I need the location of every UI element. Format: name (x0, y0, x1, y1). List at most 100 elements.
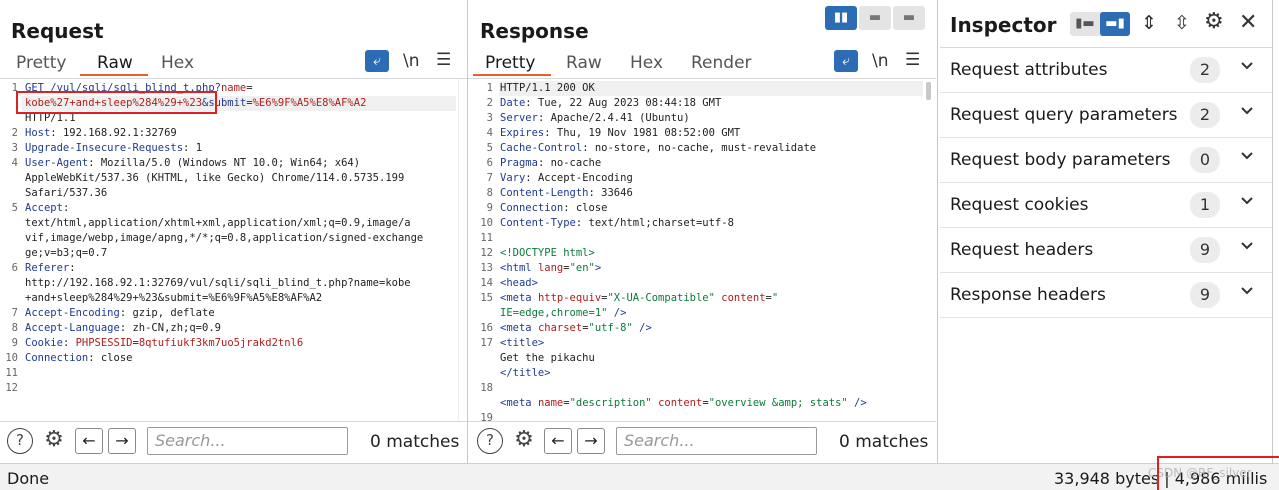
inspector-layout-list-icon[interactable]: ▮▬ (1070, 12, 1100, 36)
response-line: <head> (500, 276, 538, 291)
inspector-empty-area (940, 318, 1272, 463)
request-token: : Mozilla/5.0 (Windows NT 10.0; Win64; x… (88, 157, 361, 169)
request-token: +and+sleep%284%29+%23&submit=%E6%9F%A5%E… (25, 292, 323, 304)
response-line: Content-Length: 33646 (500, 186, 633, 201)
response-token: Connection (500, 202, 564, 214)
response-token: </title> (500, 367, 551, 379)
layout-split-horizontal-icon[interactable]: ▬ (859, 6, 891, 30)
prev-match-button[interactable]: ← (75, 428, 103, 454)
chevron-down-icon[interactable] (1240, 283, 1254, 302)
line-number: 14 (480, 277, 493, 289)
response-newline-toggle[interactable]: \n (872, 51, 889, 71)
response-token: "en" (569, 262, 595, 274)
response-token: : close (563, 202, 608, 214)
response-text-wrap-icon[interactable]: ⤶ (834, 50, 858, 72)
response-token: Content-Type (500, 217, 576, 229)
line-number: 7 (486, 172, 493, 184)
response-token: <head> (500, 277, 538, 289)
request-token: Cookie (25, 337, 63, 349)
layout-split-vertical-icon[interactable]: ▮▮ (825, 6, 857, 30)
status-text: Done (7, 469, 50, 488)
response-token: : no-cache (537, 157, 602, 169)
response-line: <title> (500, 336, 544, 351)
response-token: "utf-8" (588, 322, 633, 334)
request-token: AppleWebKit/537.36 (KHTML, like Gecko) C… (25, 172, 405, 184)
response-token: Date (500, 97, 526, 109)
line-number: 10 (480, 217, 493, 229)
response-token: lang (537, 262, 564, 274)
line-number: 18 (480, 382, 493, 394)
response-token: name (537, 397, 564, 409)
status-bar: Done 33,948 bytes | 4,986 millis CSDN @R… (0, 456, 1279, 490)
response-title: Response (480, 19, 589, 43)
chevron-down-icon[interactable] (1240, 193, 1254, 212)
inspector-settings-gear-icon[interactable]: ⚙ (1204, 9, 1224, 34)
request-line: Connection: close (25, 351, 132, 366)
collapse-all-icon[interactable]: ⇳ (1174, 12, 1190, 34)
line-number: 9 (11, 337, 18, 349)
request-editor[interactable]: 1 GET /vul/sqli/sqli_blind_t.php?name= kob… (0, 81, 458, 419)
line-number: 5 (486, 142, 493, 154)
response-tab-hex[interactable]: Hex (630, 53, 663, 73)
inspector-row[interactable]: Request cookies 1 (940, 183, 1272, 228)
response-token: /> (607, 307, 627, 319)
response-help-icon[interactable]: ? (477, 428, 503, 454)
gear-icon[interactable]: ⚙ (41, 428, 67, 454)
response-token: Server (500, 112, 538, 124)
request-line: ge;v=b3;q=0.7 (25, 246, 107, 261)
response-token: "description" (569, 397, 652, 409)
help-icon[interactable]: ? (7, 428, 33, 454)
inspector-row[interactable]: Response headers 9 (940, 273, 1272, 318)
response-line: <!DOCTYPE html> (500, 246, 595, 261)
response-tab-pretty[interactable]: Pretty (485, 53, 535, 73)
close-icon[interactable]: ✕ (1239, 10, 1257, 35)
response-editor[interactable]: 1 HTTP/1.1 200 OK 2 Date: Tue, 22 Aug 2023 … (468, 81, 926, 424)
response-token: http-equiv (537, 292, 602, 304)
response-hamburger-menu-icon[interactable]: ☰ (905, 50, 920, 70)
count-badge: 0 (1190, 147, 1220, 173)
response-tab-raw[interactable]: Raw (566, 53, 602, 73)
request-search-input[interactable]: Search... (147, 427, 348, 455)
layout-tabs-icon[interactable]: ▬ (893, 6, 925, 30)
request-token: Host (25, 127, 51, 139)
newline-toggle[interactable]: \n (403, 51, 420, 71)
response-token: > (594, 262, 602, 274)
request-line: Referer: (25, 261, 76, 276)
line-number: 1 (486, 82, 493, 94)
response-token: IE=edge,chrome=1" (500, 307, 608, 319)
response-tab-render[interactable]: Render (691, 53, 752, 73)
inspector-row[interactable]: Request body parameters 0 (940, 138, 1272, 183)
response-token: <!DOCTYPE html> (500, 247, 595, 259)
response-token: Cache-Control (500, 142, 583, 154)
text-wrap-icon[interactable]: ⤶ (365, 50, 389, 72)
response-scrollbar[interactable] (926, 82, 931, 100)
request-line: text/html,application/xhtml+xml,applicat… (25, 216, 411, 231)
response-pane: Response ▮▮ ▬ ▬ Pretty Raw Hex Render ⤶ … (468, 0, 936, 463)
injection-highlight-box (16, 91, 217, 114)
response-gear-icon[interactable]: ⚙ (511, 428, 537, 454)
inspector-row[interactable]: Request attributes 2 (940, 48, 1272, 93)
layout-buttons: ▮▮ ▬ ▬ (825, 6, 925, 30)
count-badge: 2 (1190, 102, 1220, 128)
response-prev-match-button[interactable]: ← (544, 428, 572, 454)
inspector-row[interactable]: Request headers 9 (940, 228, 1272, 273)
hamburger-menu-icon[interactable]: ☰ (436, 50, 451, 70)
response-search-input[interactable]: Search... (616, 427, 817, 455)
chevron-down-icon[interactable] (1240, 148, 1254, 167)
request-tab-pretty[interactable]: Pretty (16, 53, 66, 73)
chevron-down-icon[interactable] (1240, 238, 1254, 257)
response-token: <title> (500, 337, 545, 349)
request-token: Accept-Encoding (25, 307, 120, 319)
inspector-row[interactable]: Request query parameters 2 (940, 93, 1272, 138)
line-number: 10 (5, 352, 18, 364)
line-number: 2 (486, 97, 493, 109)
response-next-match-button[interactable]: → (577, 428, 605, 454)
chevron-down-icon[interactable] (1240, 103, 1254, 122)
chevron-down-icon[interactable] (1240, 58, 1254, 77)
response-token: <html (500, 262, 538, 274)
expand-all-icon[interactable]: ⇕ (1141, 12, 1157, 34)
request-tab-hex[interactable]: Hex (161, 53, 194, 73)
next-match-button[interactable]: → (108, 428, 136, 454)
request-tab-raw[interactable]: Raw (97, 53, 133, 73)
inspector-layout-side-icon[interactable]: ▬▮ (1100, 12, 1130, 36)
